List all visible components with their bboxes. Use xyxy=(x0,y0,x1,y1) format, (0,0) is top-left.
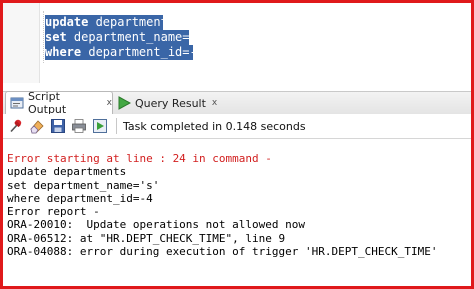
print-icon[interactable] xyxy=(71,118,87,134)
script-output-text[interactable]: Error starting at line : 24 in command -… xyxy=(7,152,437,258)
sql-keyword: where xyxy=(45,45,82,59)
fold-guide xyxy=(43,11,44,63)
output-line: where department_id=-4 xyxy=(7,191,153,205)
run-arrow-icon xyxy=(117,96,132,110)
sql-text: departments xyxy=(88,15,176,29)
line-number-gutter xyxy=(3,3,40,83)
sql-keyword: update xyxy=(45,15,89,29)
toolbar-separator xyxy=(116,118,117,134)
eraser-icon[interactable] xyxy=(29,118,45,134)
export-icon[interactable] xyxy=(92,118,108,134)
tab-label: Query Result xyxy=(135,96,206,110)
sql-text: department_name='s' xyxy=(66,30,212,44)
sql-keyword: set xyxy=(45,30,67,44)
code-line[interactable]: where department_id=-4; xyxy=(45,45,211,60)
output-tab-bar: Script Output x Query Result x xyxy=(3,90,471,116)
script-output-icon xyxy=(10,96,24,110)
sql-text: department_id=-4; xyxy=(81,45,212,59)
output-line: set department_name='s' xyxy=(7,178,160,192)
sql-editor[interactable]: update departments set department_name='… xyxy=(3,3,471,83)
output-line: ORA-04088: error during execution of tri… xyxy=(7,245,438,259)
code-lines[interactable]: update departments set department_name='… xyxy=(45,15,211,60)
save-icon[interactable] xyxy=(50,118,66,134)
error-header: Error starting at line : 24 in command - xyxy=(7,152,272,165)
output-line: Error report - xyxy=(7,205,100,219)
tab-script-output[interactable]: Script Output x xyxy=(5,90,113,116)
output-toolbar: Task completed in 0.148 seconds xyxy=(3,114,471,139)
code-line[interactable]: update departments xyxy=(45,15,175,30)
pushpin-icon[interactable] xyxy=(8,118,24,134)
tab-query-result[interactable]: Query Result x xyxy=(113,92,223,114)
output-line: ORA-06512: at "HR.DEPT_CHECK_TIME", line… xyxy=(7,231,286,245)
task-status-text: Task completed in 0.148 seconds xyxy=(123,119,306,133)
output-line: update departments xyxy=(7,165,127,179)
output-line: ORA-20010: Update operations not allowed… xyxy=(7,218,306,232)
window-frame: update departments set department_name='… xyxy=(0,0,474,289)
tab-label: Script Output xyxy=(28,90,67,116)
close-icon[interactable]: x xyxy=(212,98,217,108)
code-line[interactable]: set department_name='s' xyxy=(45,30,211,45)
close-icon[interactable]: x xyxy=(107,98,112,108)
